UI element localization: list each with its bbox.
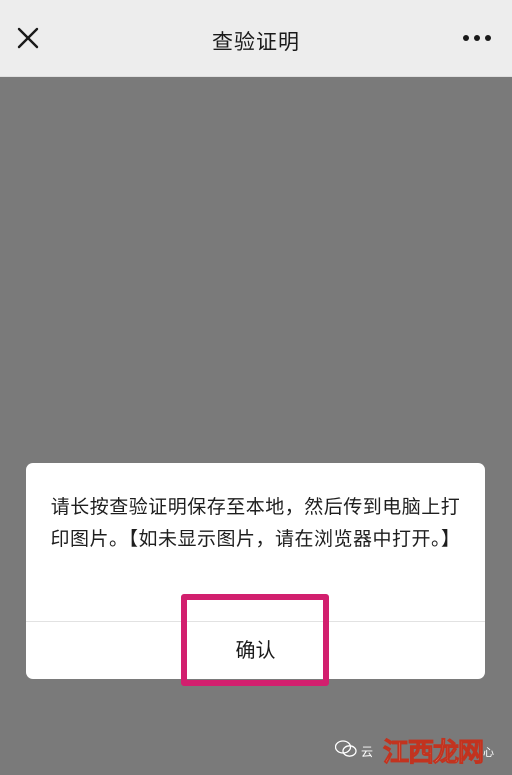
more-dots-icon <box>463 35 491 41</box>
confirm-button[interactable]: 确认 <box>26 622 485 679</box>
watermark-prefix: 云 <box>361 745 374 759</box>
watermark-logo: 江西龙网 <box>382 738 484 769</box>
watermark: 云 江西龙网 心 <box>335 730 505 770</box>
page-title: 查验证明 <box>212 30 300 54</box>
top-navigation-bar: 查验证明 <box>0 0 512 77</box>
dialog-message: 请长按查验证明保存至本地，然后传到电脑上打印图片。【如未显示图片，请在浏览器中打… <box>50 496 461 550</box>
watermark-suffix: 心 <box>483 746 494 759</box>
wechat-icon <box>335 740 357 757</box>
alert-dialog: 请长按查验证明保存至本地，然后传到电脑上打印图片。【如未显示图片，请在浏览器中打… <box>26 463 485 686</box>
more-options-button[interactable] <box>462 30 492 46</box>
